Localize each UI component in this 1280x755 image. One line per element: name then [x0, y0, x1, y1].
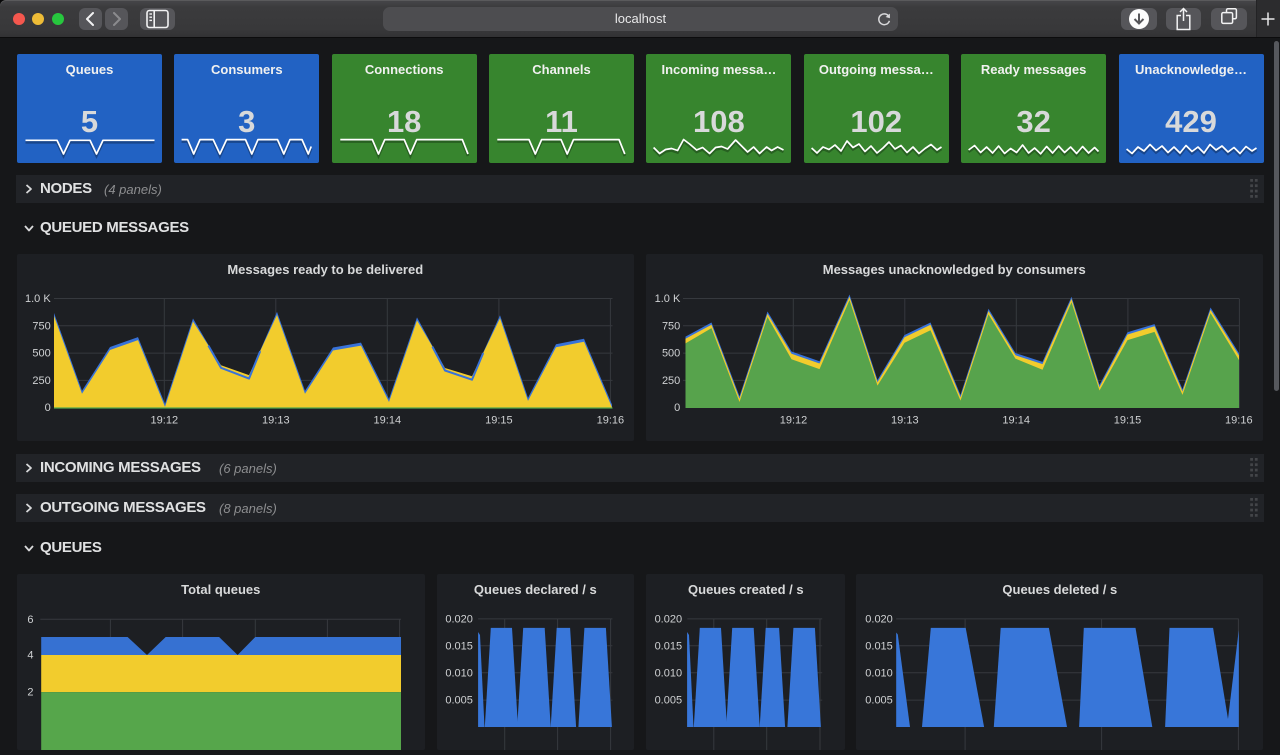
svg-text:0: 0 — [674, 402, 680, 414]
svg-text:19:12: 19:12 — [779, 415, 807, 427]
svg-text:1.0 K: 1.0 K — [654, 293, 680, 305]
svg-text:0.005: 0.005 — [445, 695, 473, 707]
svg-text:0.005: 0.005 — [865, 695, 893, 707]
svg-text:0.015: 0.015 — [445, 640, 473, 652]
svg-text:250: 250 — [661, 375, 679, 387]
svg-text:250: 250 — [32, 375, 50, 387]
svg-text:0: 0 — [45, 402, 51, 414]
svg-text:500: 500 — [32, 348, 50, 360]
svg-text:19:13: 19:13 — [891, 415, 919, 427]
svg-text:19:13: 19:13 — [262, 415, 290, 427]
svg-text:6: 6 — [27, 614, 33, 626]
svg-text:0.015: 0.015 — [865, 640, 893, 652]
svg-text:19:14: 19:14 — [1002, 415, 1030, 427]
svg-text:0.005: 0.005 — [655, 695, 683, 707]
svg-text:0.020: 0.020 — [865, 613, 893, 625]
svg-text:1.0 K: 1.0 K — [25, 293, 51, 305]
svg-text:500: 500 — [661, 348, 679, 360]
svg-text:19:14: 19:14 — [374, 415, 402, 427]
svg-text:750: 750 — [661, 320, 679, 332]
svg-text:19:12: 19:12 — [151, 415, 179, 427]
svg-text:4: 4 — [27, 650, 33, 662]
svg-text:0.010: 0.010 — [655, 667, 683, 679]
svg-text:19:15: 19:15 — [1113, 415, 1141, 427]
svg-text:0.020: 0.020 — [655, 613, 683, 625]
svg-text:0.010: 0.010 — [445, 667, 473, 679]
svg-text:19:15: 19:15 — [485, 415, 513, 427]
svg-text:0.010: 0.010 — [865, 667, 893, 679]
svg-text:0.020: 0.020 — [445, 613, 473, 625]
svg-text:0.015: 0.015 — [655, 640, 683, 652]
svg-text:750: 750 — [32, 320, 50, 332]
svg-text:2: 2 — [27, 687, 33, 699]
svg-text:19:16: 19:16 — [597, 415, 625, 427]
svg-text:19:16: 19:16 — [1225, 415, 1253, 427]
